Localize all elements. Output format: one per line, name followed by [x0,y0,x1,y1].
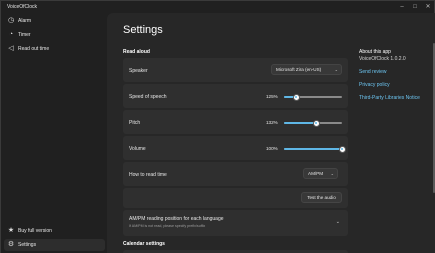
sidebar-item-buy-full-version[interactable]: ★ Buy full version [4,225,105,237]
section-title-read-aloud: Read aloud [123,49,150,55]
sidebar-item-label: Read out time [18,46,50,52]
title-bar: VoiceOfClock – □ ✕ [1,1,435,13]
speaker-value: Microsoft Zira (en-US) [276,67,322,72]
sidebar-item-label: Settings [18,242,37,248]
slider-thumb[interactable] [292,93,300,101]
star-icon: ★ [7,227,15,234]
speed-slider[interactable] [284,93,342,101]
slider-thumb[interactable] [338,145,346,153]
speaker-icon: ◁ [8,45,14,52]
how-to-read-label: How to read time [129,172,167,178]
maximize-button[interactable]: □ [410,3,420,11]
volume-card: Volume 100% [123,136,348,160]
chevron-down-icon: ⌄ [334,67,338,72]
volume-slider[interactable] [284,145,346,153]
volume-value: 100% [266,146,278,151]
slider-fill [284,148,342,150]
slider-thumb[interactable] [312,119,320,127]
speaker-dropdown[interactable]: Microsoft Zira (en-US) ⌄ [271,64,342,75]
speaker-card: Speaker Microsoft Zira (en-US) ⌄ [123,58,348,82]
speaker-label: Speaker [129,68,148,74]
speed-card: Speed of speech 125% [123,84,348,108]
sidebar-item-timer[interactable]: ◔ Timer [4,29,105,41]
pitch-value: 132% [266,120,278,125]
speed-value: 125% [266,94,278,99]
test-audio-button[interactable]: Test the audio [301,192,342,203]
chevron-down-icon: ⌄ [330,171,334,176]
about-version: VoiceOfClock 1.0.2.0 [359,56,406,62]
test-audio-card: Test the audio [123,188,348,208]
chevron-down-icon[interactable]: ⌄ [336,219,340,225]
section-title-calendar: Calendar settings [123,241,165,247]
volume-label: Volume [129,146,146,152]
ampm-position-label: AM/PM reading position for each language [129,216,224,222]
third-party-libraries-link[interactable]: Third-Party Libraries Notice [359,95,420,101]
pitch-label: Pitch [129,120,141,126]
minimize-button[interactable]: – [397,3,407,11]
ampm-position-description: If AM/PM is not read, please specify pre… [129,224,206,228]
page-title: Settings [123,24,163,36]
sidebar-item-read-out-time[interactable]: ◁ Read out time [4,43,105,55]
slider-fill [284,122,316,124]
how-to-read-value: AM/PM [308,171,324,176]
sidebar-item-label: Timer [18,32,31,38]
main-content: Settings Read aloud Speaker Microsoft Zi… [107,13,435,253]
sidebar: ◷ Alarm ◔ Timer ◁ Read out time ★ Buy fu… [1,13,107,253]
pitch-card: Pitch 132% [123,110,348,134]
sidebar-item-settings[interactable]: ⚙ Settings [4,239,105,251]
how-to-read-card: How to read time AM/PM ⌄ [123,162,348,186]
close-button[interactable]: ✕ [423,3,433,11]
alarm-icon: ◷ [7,17,15,24]
sidebar-item-label: Alarm [18,18,32,24]
how-to-read-dropdown[interactable]: AM/PM ⌄ [303,168,338,179]
sidebar-item-label: Buy full version [18,228,52,234]
gear-icon: ⚙ [7,241,15,248]
privacy-policy-link[interactable]: Privacy policy [359,82,390,88]
speed-label: Speed of speech [129,94,167,100]
timer-icon: ◔ [8,31,14,38]
app-window: VoiceOfClock – □ ✕ ◷ Alarm ◔ Timer ◁ Rea… [0,0,435,253]
send-review-link[interactable]: Send review [359,69,387,75]
sidebar-item-alarm[interactable]: ◷ Alarm [4,15,105,27]
app-title: VoiceOfClock [7,4,38,10]
about-title: About this app [359,49,391,55]
pitch-slider[interactable] [284,119,342,127]
ampm-position-expander[interactable]: AM/PM reading position for each language… [123,210,348,236]
